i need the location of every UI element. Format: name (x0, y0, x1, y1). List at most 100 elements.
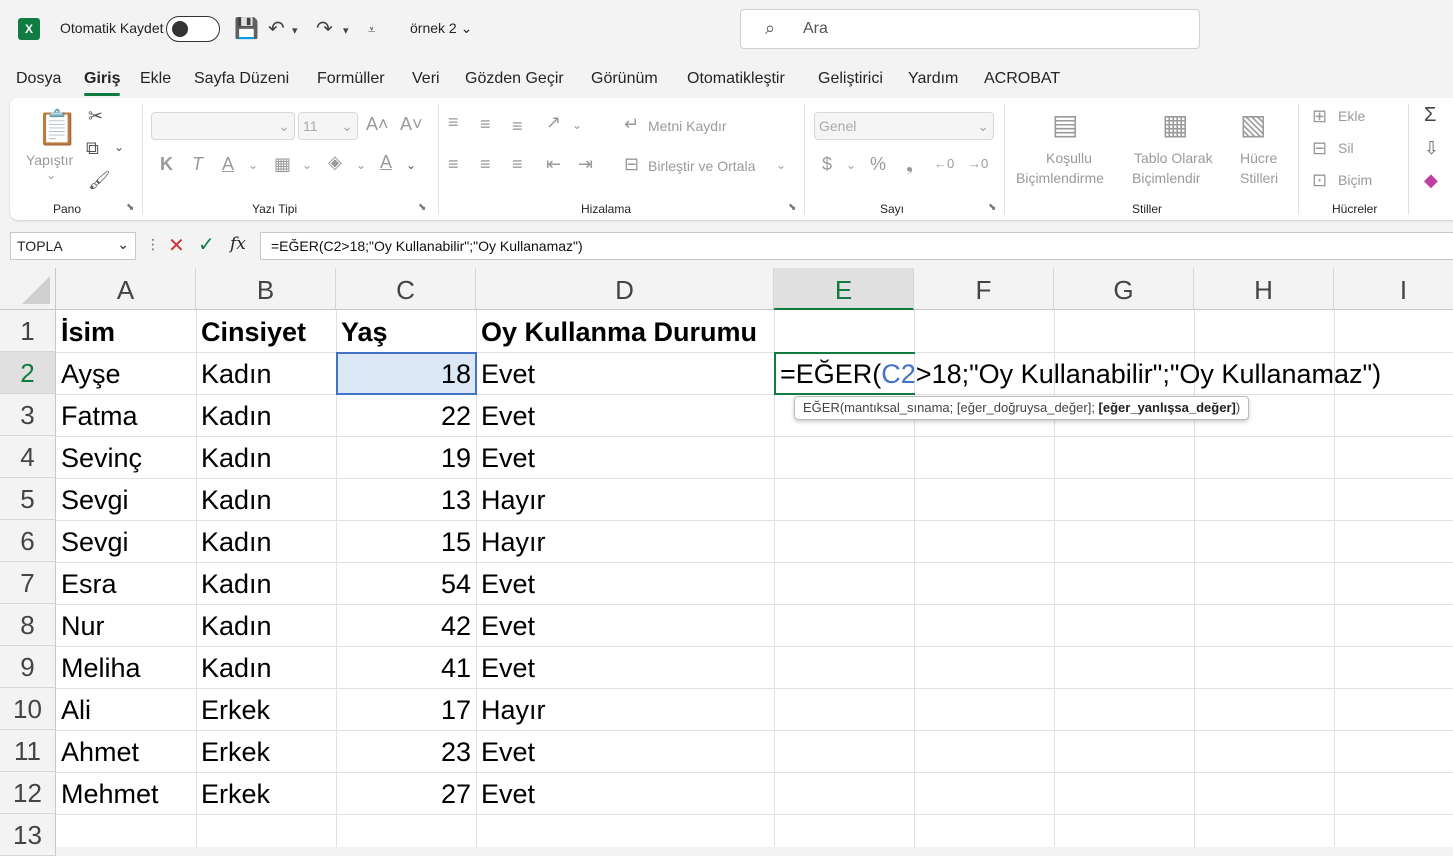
table-cell[interactable]: Evet (476, 352, 774, 394)
row-header-11[interactable]: 11 (0, 730, 56, 772)
redo-dropdown-icon[interactable]: ▾ (343, 24, 349, 37)
table-cell[interactable]: Kadın (196, 646, 336, 688)
fill-color-icon[interactable]: ◈ (328, 152, 342, 173)
undo-icon[interactable]: ↶ (268, 16, 285, 41)
bold-button[interactable]: K (160, 154, 173, 175)
paste-label[interactable]: Yapıştır (26, 152, 73, 168)
copy-dropdown-icon[interactable]: ⌄ (114, 140, 124, 154)
table-cell[interactable]: 41 (336, 646, 476, 688)
table-cell[interactable]: Kadın (196, 394, 336, 436)
table-cell[interactable]: Meliha (56, 646, 196, 688)
tab-otomatiklestir[interactable]: Otomatikleştir (687, 70, 785, 88)
table-cell[interactable]: 17 (336, 688, 476, 730)
column-header-g[interactable]: G (1054, 268, 1194, 310)
chevron-down-icon[interactable]: ⌄ (356, 158, 366, 172)
save-icon[interactable]: 💾 (234, 16, 259, 41)
align-bottom-icon[interactable]: ≡ (512, 116, 523, 137)
fill-icon[interactable]: ⇩ (1424, 138, 1439, 159)
column-header-b[interactable]: B (196, 268, 336, 310)
align-middle-icon[interactable]: ≡ (480, 114, 491, 135)
tab-dosya[interactable]: Dosya (16, 70, 61, 88)
row-header-7[interactable]: 7 (0, 562, 56, 604)
tab-ekle[interactable]: Ekle (140, 70, 171, 88)
currency-button[interactable]: $ (822, 154, 832, 175)
autosave-toggle[interactable] (166, 16, 220, 42)
table-cell[interactable]: Erkek (196, 688, 336, 730)
align-top-icon[interactable]: ≡ (448, 112, 459, 133)
table-cell[interactable]: Sevgi (56, 520, 196, 562)
chevron-down-icon[interactable]: ⌄ (46, 168, 56, 182)
column-header-f[interactable]: F (914, 268, 1054, 310)
row-header-9[interactable]: 9 (0, 646, 56, 688)
cell-d1[interactable]: Oy Kullanma Durumu (476, 310, 774, 352)
table-cell[interactable]: Hayır (476, 478, 774, 520)
number-format-box[interactable]: Genel ⌄ (814, 112, 994, 140)
table-cell[interactable]: Nur (56, 604, 196, 646)
dialog-launcher-icon[interactable]: ⬊ (418, 202, 426, 213)
table-cell[interactable]: Hayır (476, 520, 774, 562)
table-cell[interactable]: 18 (336, 352, 476, 394)
redo-icon[interactable]: ↷ (316, 16, 333, 41)
table-cell[interactable]: 23 (336, 730, 476, 772)
table-cell[interactable]: Kadın (196, 520, 336, 562)
table-cell[interactable]: Kadın (196, 562, 336, 604)
undo-dropdown-icon[interactable]: ▾ (292, 24, 298, 37)
chevron-down-icon[interactable]: ⌄ (302, 158, 312, 172)
column-header-i[interactable]: I (1334, 268, 1453, 310)
tab-sayfa-duzeni[interactable]: Sayfa Düzeni (194, 70, 289, 88)
column-header-d[interactable]: D (476, 268, 774, 310)
row-header-10[interactable]: 10 (0, 688, 56, 730)
cell-styles-icon[interactable]: ▧ (1240, 108, 1266, 141)
table-cell[interactable]: 15 (336, 520, 476, 562)
autosum-icon[interactable]: Σ (1424, 104, 1436, 127)
percent-button[interactable]: % (870, 154, 886, 175)
cell-a1[interactable]: İsim (56, 310, 196, 352)
table-cell[interactable]: Kadın (196, 436, 336, 478)
table-cell[interactable]: Ayşe (56, 352, 196, 394)
table-cell[interactable]: 42 (336, 604, 476, 646)
table-cell[interactable]: 19 (336, 436, 476, 478)
copy-icon[interactable]: ⧉ (86, 138, 99, 159)
font-color-icon[interactable]: A (380, 152, 392, 173)
align-left-icon[interactable]: ≡ (448, 154, 459, 175)
conditional-format-label-2[interactable]: Biçimlendirme (1016, 170, 1104, 186)
cell-b1[interactable]: Cinsiyet (196, 310, 336, 352)
insert-cells-icon[interactable]: ⊞ (1312, 106, 1327, 127)
row-header-13[interactable]: 13 (0, 814, 56, 856)
table-cell[interactable]: Mehmet (56, 772, 196, 814)
underline-button[interactable]: A (222, 154, 234, 175)
insert-function-icon[interactable]: fx (230, 234, 246, 254)
conditional-format-icon[interactable]: ▤ (1052, 108, 1078, 141)
chevron-down-icon[interactable]: ⌄ (846, 158, 856, 172)
chevron-down-icon[interactable]: ⌄ (406, 158, 416, 172)
formula-input[interactable]: =EĞER(C2>18;"Oy Kullanabilir";"Oy Kullan… (260, 232, 1453, 260)
wrap-text-button[interactable]: Metni Kaydır (648, 118, 727, 134)
table-cell[interactable]: Sevinç (56, 436, 196, 478)
column-header-c[interactable]: C (336, 268, 476, 310)
format-cells-button[interactable]: Biçim (1338, 172, 1372, 188)
column-header-a[interactable]: A (56, 268, 196, 310)
decrease-font-icon[interactable]: A˅ (400, 114, 423, 135)
italic-button[interactable]: T (192, 154, 203, 175)
table-cell[interactable]: Ahmet (56, 730, 196, 772)
dialog-launcher-icon[interactable]: ⬊ (788, 202, 796, 213)
table-cell[interactable]: Erkek (196, 730, 336, 772)
table-cell[interactable]: Evet (476, 562, 774, 604)
table-cell[interactable]: Evet (476, 436, 774, 478)
customize-toolbar-icon[interactable]: ⩡ (368, 22, 375, 38)
table-cell[interactable]: Fatma (56, 394, 196, 436)
table-cell[interactable]: Kadın (196, 478, 336, 520)
column-header-e[interactable]: E (774, 268, 914, 310)
cancel-icon[interactable]: ✕ (168, 233, 185, 258)
row-header-5[interactable]: 5 (0, 478, 56, 520)
row-header-8[interactable]: 8 (0, 604, 56, 646)
row-header-2[interactable]: 2 (0, 352, 56, 394)
align-center-icon[interactable]: ≡ (480, 154, 491, 175)
table-cell[interactable]: Sevgi (56, 478, 196, 520)
decrease-indent-icon[interactable]: ⇤ (546, 154, 561, 175)
table-cell[interactable]: Esra (56, 562, 196, 604)
row-header-12[interactable]: 12 (0, 772, 56, 814)
clear-icon[interactable]: ◆ (1424, 170, 1438, 191)
format-as-table-label-1[interactable]: Tablo Olarak (1134, 150, 1213, 166)
merge-center-icon[interactable]: ⊟ (624, 154, 639, 175)
